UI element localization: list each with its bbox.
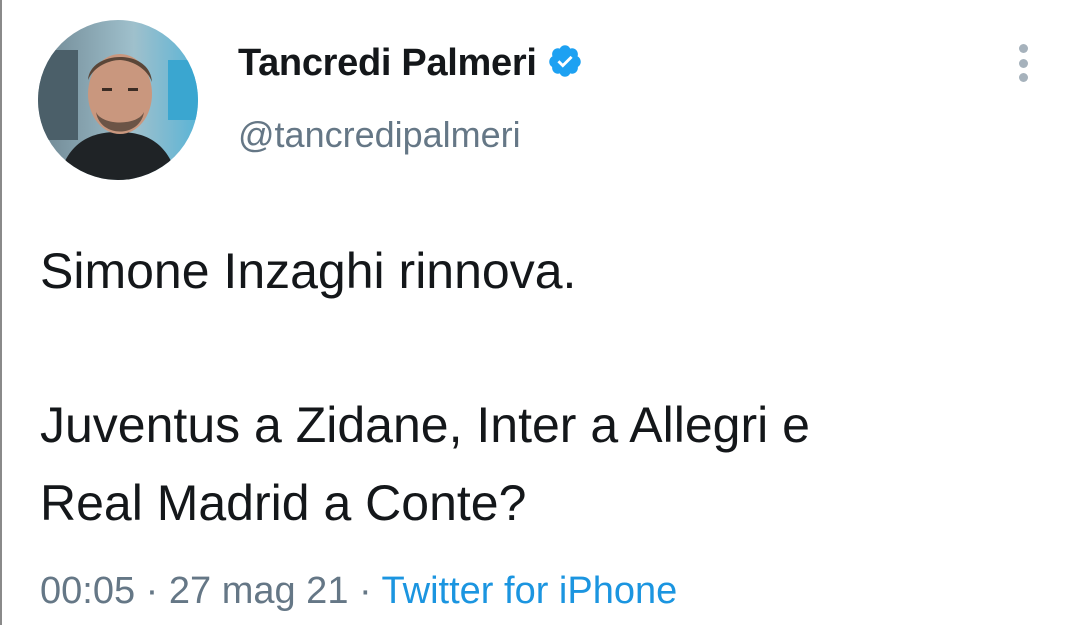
tweet-source[interactable]: Twitter for iPhone bbox=[382, 570, 678, 612]
more-dot bbox=[1018, 44, 1028, 53]
tweet-date[interactable]: 27 mag 21 bbox=[169, 570, 349, 612]
more-dot bbox=[1018, 73, 1028, 82]
meta-separator: · bbox=[359, 570, 372, 612]
more-options-icon[interactable] bbox=[1008, 40, 1038, 86]
tweet-text: Simone Inzaghi rinnova. Juventus a Zidan… bbox=[40, 232, 1050, 542]
tweet-card: Tancredi Palmeri @tancredipalmeri Simone… bbox=[0, 0, 1080, 625]
avatar[interactable] bbox=[38, 20, 198, 180]
tweet-time[interactable]: 00:05 bbox=[40, 570, 135, 612]
author-handle[interactable]: @tancredipalmeri bbox=[238, 114, 521, 156]
meta-separator: · bbox=[145, 570, 159, 612]
tweet-line-2: Juventus a Zidane, Inter a Allegri e bbox=[40, 397, 810, 453]
tweet-meta: 00:05 · 27 mag 21 · Twitter for iPhone bbox=[40, 570, 677, 613]
verified-badge-icon bbox=[537, 43, 583, 84]
tweet-line-3: Real Madrid a Conte? bbox=[40, 475, 527, 531]
avatar-image bbox=[38, 20, 198, 180]
author-row: Tancredi Palmeri bbox=[238, 40, 583, 86]
tweet-line-1: Simone Inzaghi rinnova. bbox=[40, 243, 577, 299]
more-dot bbox=[1018, 58, 1028, 68]
display-name[interactable]: Tancredi Palmeri bbox=[238, 42, 537, 85]
